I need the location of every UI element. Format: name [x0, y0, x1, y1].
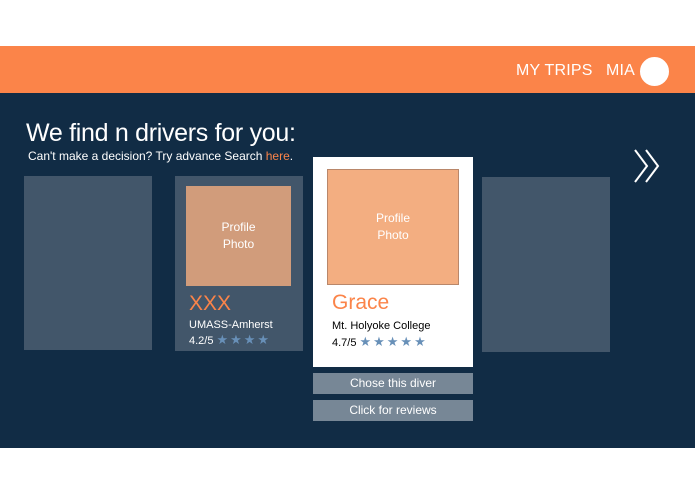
profile-photo: Profile Photo	[327, 169, 459, 285]
hint-period: .	[289, 149, 294, 163]
driver-name: XXX	[189, 292, 232, 315]
user-name[interactable]: MIA	[606, 46, 635, 93]
driver-card-placeholder-right[interactable]	[482, 177, 610, 352]
profile-photo-label: Profile Photo	[221, 220, 256, 251]
driver-rating: 4.2/5 ★★★★	[189, 332, 271, 348]
profile-photo: Profile Photo	[186, 186, 291, 286]
driver-name: Grace	[332, 291, 390, 314]
driver-school: UMASS-Amherst	[189, 319, 273, 331]
advanced-search-hint: Can't make a decision? Try advance Searc…	[28, 149, 293, 163]
hint-text: Can't make a decision? Try advance Searc…	[28, 149, 266, 163]
advanced-search-link[interactable]: here	[266, 149, 290, 163]
rating-stars-icon: ★★★★★	[359, 334, 428, 349]
view-reviews-button[interactable]: Click for reviews	[313, 400, 473, 421]
rating-value: 4.7/5	[332, 337, 357, 349]
page-title: We find n drivers for you:	[26, 119, 296, 147]
double-chevron-right-icon[interactable]	[632, 147, 664, 185]
profile-photo-label: Profile Photo	[375, 211, 410, 242]
choose-driver-button[interactable]: Chose this diver	[313, 373, 473, 394]
driver-card-selected[interactable]: Profile Photo Grace Mt. Holyoke College …	[313, 157, 473, 367]
top-nav-bar: MY TRIPS MIA	[0, 46, 695, 93]
driver-school: Mt. Holyoke College	[332, 320, 431, 332]
rating-stars-icon: ★★★★	[216, 332, 272, 347]
driver-card[interactable]: Profile Photo XXX UMASS-Amherst 4.2/5 ★★★…	[175, 176, 303, 351]
my-trips-link[interactable]: MY TRIPS	[516, 46, 593, 93]
user-avatar[interactable]	[640, 57, 669, 86]
driver-rating: 4.7/5 ★★★★★	[332, 334, 428, 350]
driver-card-placeholder-left[interactable]	[24, 176, 152, 350]
rating-value: 4.2/5	[189, 335, 214, 347]
